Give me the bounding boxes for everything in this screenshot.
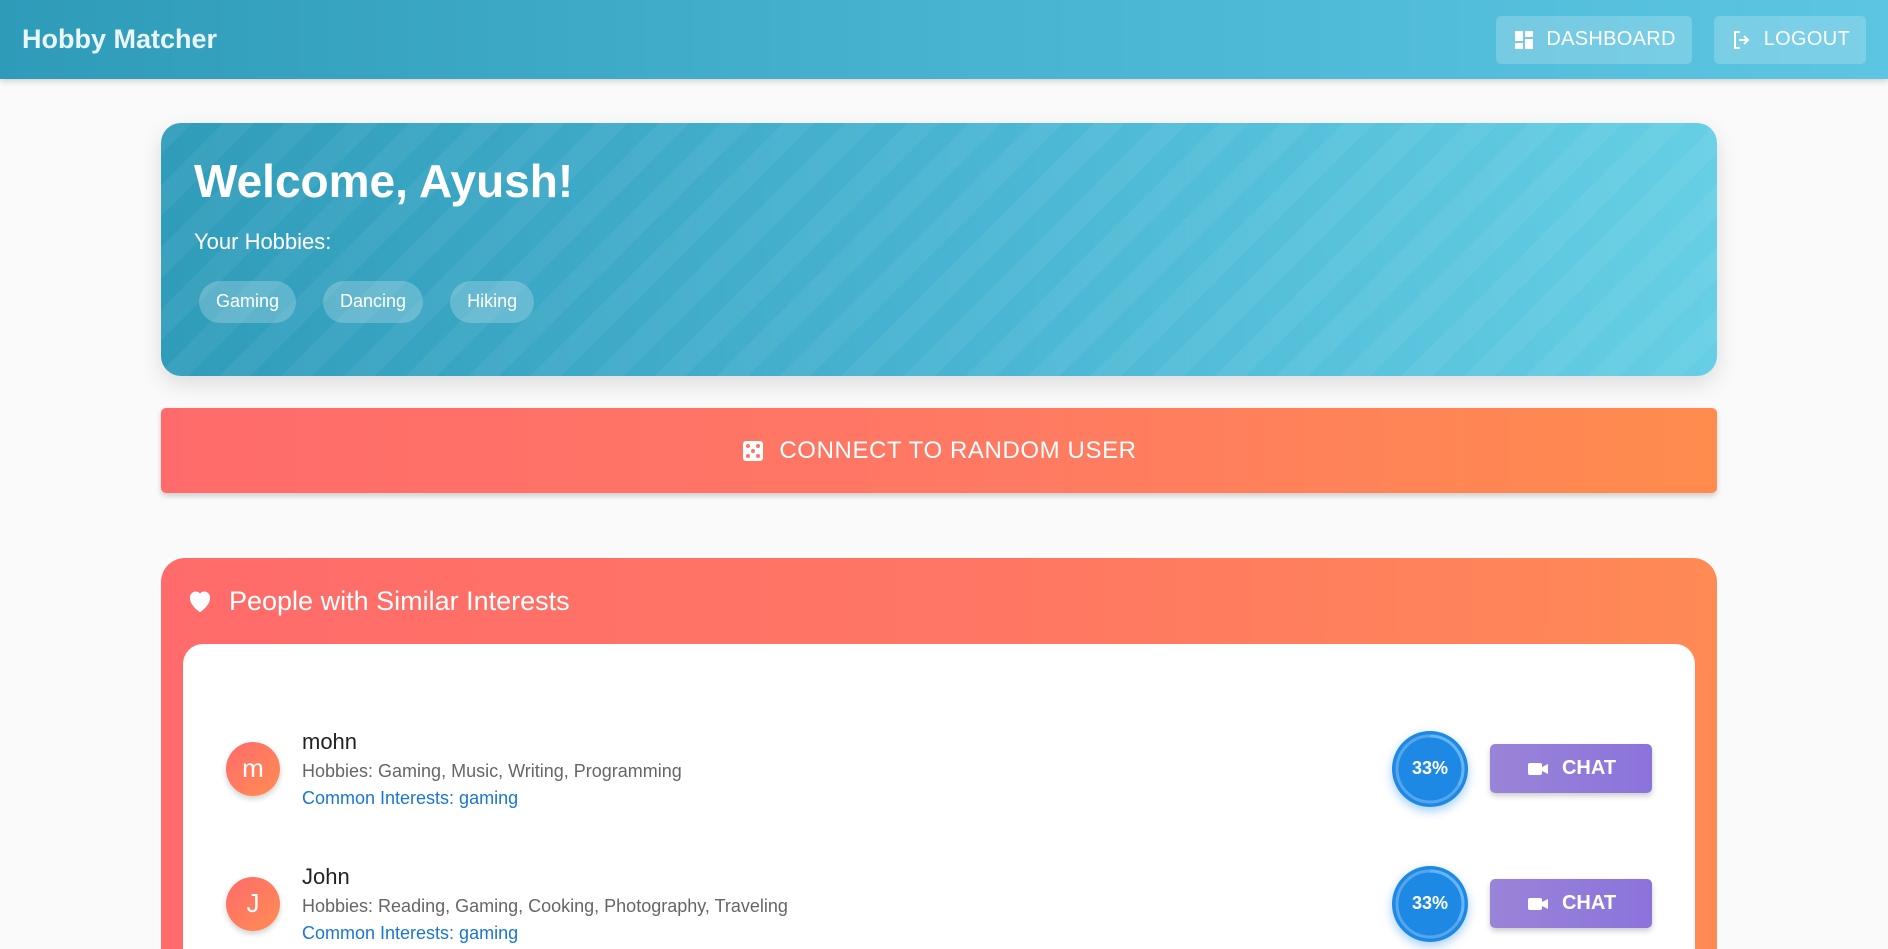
hobby-chip: Hiking: [450, 280, 535, 323]
hobbies-label: Your Hobbies:: [194, 228, 332, 254]
logout-label: LOGOUT: [1763, 28, 1850, 50]
app-bar: Hobby Matcher DASHBOARD LOGOUT: [0, 0, 1888, 79]
user-row: m mohn Hobbies: Gaming, Music, Writing, …: [183, 701, 1695, 836]
hobby-chips: Gaming Dancing Hiking: [194, 280, 1684, 323]
user-info: John Hobbies: Reading, Gaming, Cooking, …: [302, 864, 1392, 944]
brand-title: Hobby Matcher: [22, 24, 218, 54]
avatar: m: [226, 741, 280, 796]
user-row: J John Hobbies: Reading, Gaming, Cooking…: [183, 836, 1695, 949]
match-score: 33%: [1392, 730, 1468, 807]
similar-interests-panel: People with Similar Interests m mohn Hob…: [161, 558, 1717, 949]
similar-interests-header: People with Similar Interests: [183, 558, 1695, 644]
user-name: mohn: [302, 728, 358, 754]
user-name: John: [302, 863, 350, 889]
top-nav: DASHBOARD LOGOUT: [1496, 15, 1866, 64]
dashboard-label: DASHBOARD: [1546, 28, 1676, 50]
dashboard-button[interactable]: DASHBOARD: [1496, 15, 1692, 64]
user-hobbies: Hobbies: Gaming, Music, Writing, Program…: [302, 760, 682, 781]
user-common-interests: Common Interests: gaming: [302, 922, 519, 943]
user-common-interests: Common Interests: gaming: [302, 787, 519, 808]
similar-interests-title: People with Similar Interests: [229, 585, 570, 616]
chat-button[interactable]: CHAT: [1490, 744, 1652, 793]
match-score-value: 33%: [1411, 893, 1449, 913]
chat-label: CHAT: [1561, 892, 1617, 914]
avatar: J: [226, 876, 280, 931]
hobby-chip: Dancing: [323, 280, 424, 323]
dashboard-icon: [1515, 30, 1534, 49]
chat-label: CHAT: [1561, 757, 1617, 779]
hobby-chip: Gaming: [199, 280, 297, 323]
dice-icon: [743, 440, 764, 461]
logout-button[interactable]: LOGOUT: [1713, 15, 1866, 64]
match-score-value: 33%: [1411, 758, 1449, 778]
user-hobbies: Hobbies: Reading, Gaming, Cooking, Photo…: [302, 895, 788, 916]
connect-random-label: CONNECT TO RANDOM USER: [779, 436, 1137, 464]
user-list: m mohn Hobbies: Gaming, Music, Writing, …: [183, 644, 1695, 949]
heart-icon: [189, 591, 211, 613]
video-camera-icon: [1527, 762, 1548, 775]
welcome-card: Welcome, Ayush! Your Hobbies: Gaming Dan…: [161, 123, 1717, 376]
connect-random-button[interactable]: CONNECT TO RANDOM USER: [161, 408, 1717, 493]
match-score: 33%: [1392, 865, 1468, 942]
welcome-title: Welcome, Ayush!: [194, 155, 574, 207]
user-info: mohn Hobbies: Gaming, Music, Writing, Pr…: [302, 729, 1392, 809]
video-camera-icon: [1527, 897, 1548, 910]
logout-icon: [1733, 30, 1750, 49]
chat-button[interactable]: CHAT: [1490, 879, 1652, 928]
